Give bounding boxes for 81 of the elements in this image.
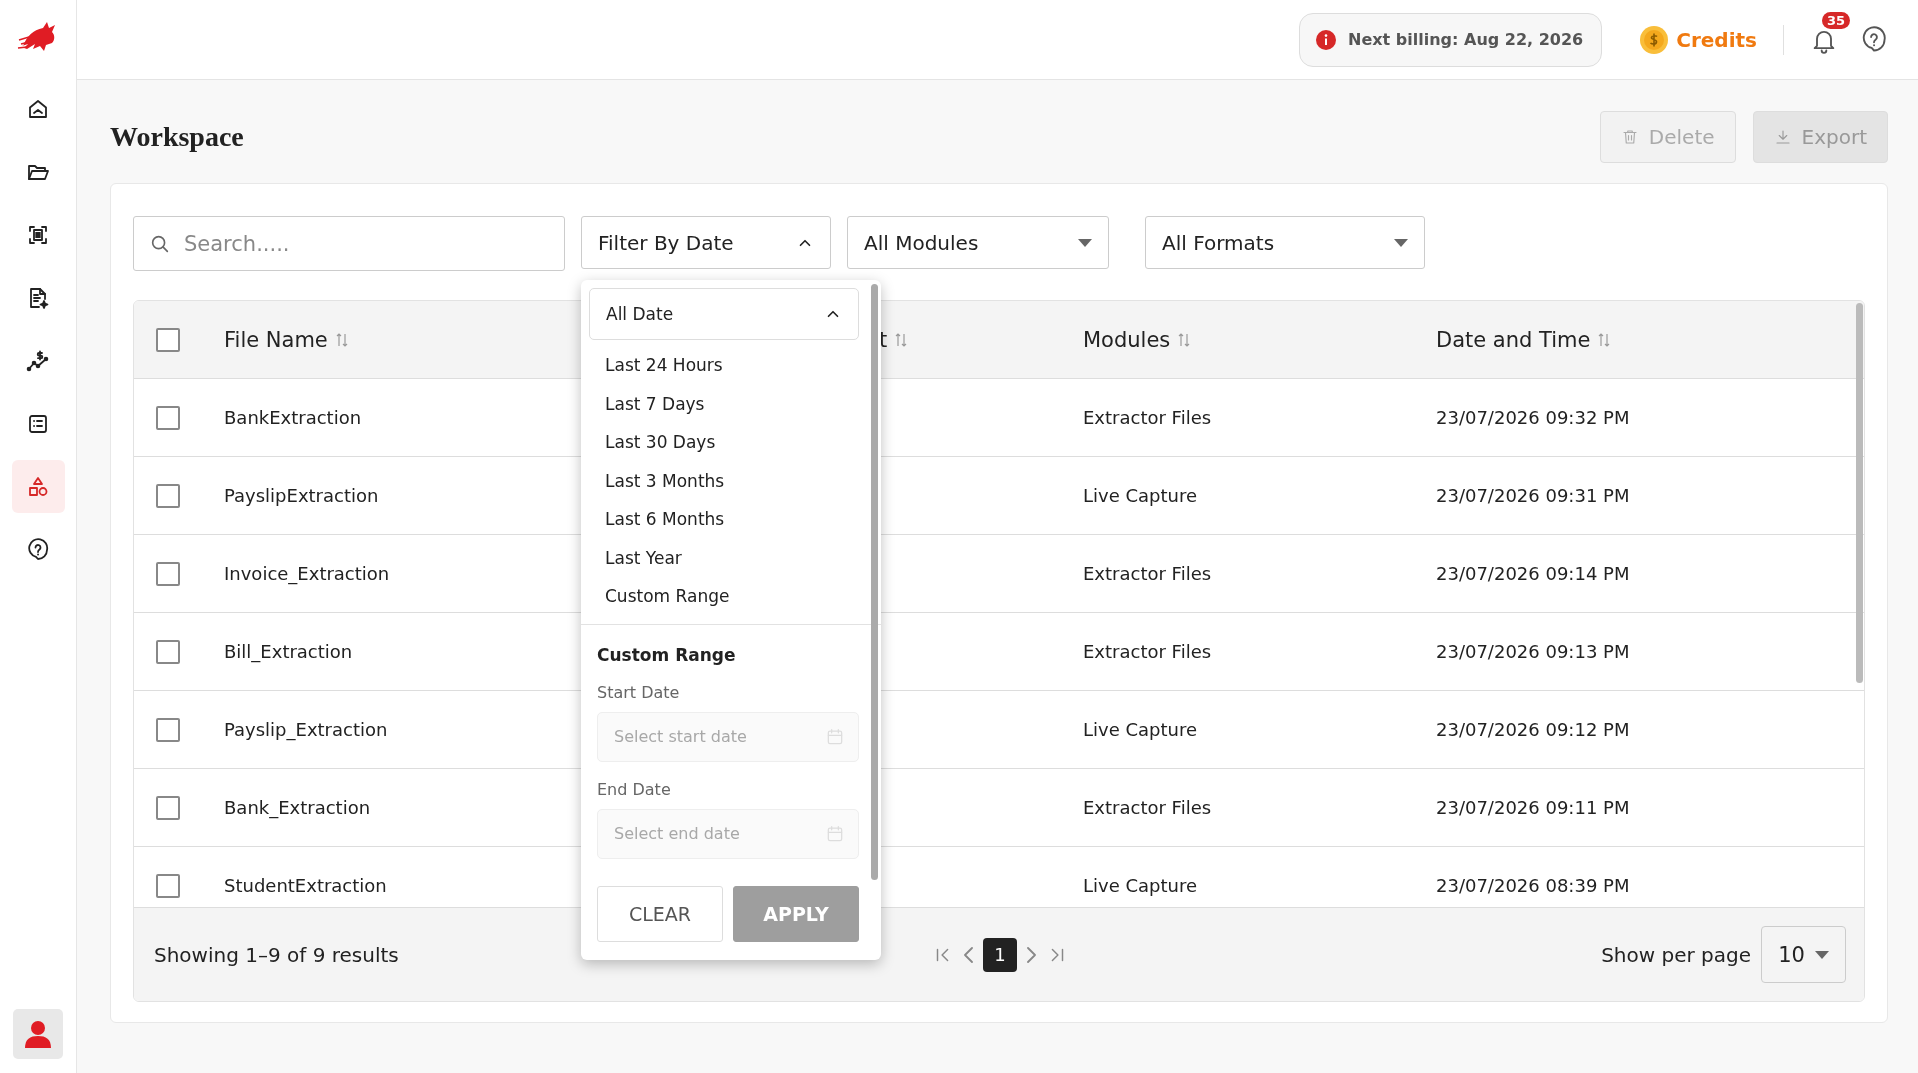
person-icon [25,1020,51,1048]
per-page-select[interactable]: 10 [1761,926,1846,983]
checkbox[interactable] [156,717,180,742]
menu-option[interactable]: Last 6 Months [605,500,859,539]
table-cell: 23/07/2026 09:14 PM [1436,563,1630,584]
field-label: End Date [597,779,672,799]
table-cell: Live Capture [1083,485,1198,506]
table-cell: Bank_Extraction [224,797,371,818]
per-page-label: Show per page [1601,942,1751,967]
checkbox[interactable] [156,327,180,352]
table-cell: PayslipExtraction [224,485,379,506]
checkbox[interactable] [156,483,180,508]
page-title: Workspace [110,121,245,153]
checkbox[interactable] [156,561,180,586]
table-cell: Live Capture [1083,719,1198,740]
search-field[interactable]: Search..... [133,216,565,271]
start-date-field[interactable]: Select start date [597,711,859,762]
table-cell: StudentExtraction [224,875,387,896]
menu-option[interactable]: Last Year [605,538,859,577]
shapes-icon [26,474,50,499]
column-header[interactable]: t [879,327,888,352]
table-cell: Extractor Files [1083,797,1212,818]
column-header[interactable]: File Name [224,327,328,352]
end-date-field[interactable]: Select end date [597,808,859,859]
billing-chip[interactable]: Next billing: Aug 22, 2026 [1299,12,1603,67]
table-cell: Extractor Files [1083,563,1212,584]
menu-option[interactable]: Last 30 Days [605,423,859,462]
caret-icon [1394,238,1408,247]
scrollbar[interactable] [871,284,878,880]
sort-icon[interactable] [1598,332,1611,347]
date-filter-dropdown[interactable]: Filter By Date [581,216,831,269]
table-cell: Payslip_Extraction [224,719,388,740]
info-icon [1316,29,1336,50]
checkbox[interactable] [156,795,180,820]
formats-dropdown[interactable]: All Formats [1145,216,1425,269]
table-cell: Invoice_Extraction [224,563,390,584]
field-label: Start Date [597,682,681,702]
table-cell: Extractor Files [1083,641,1212,662]
search-icon [149,233,171,255]
clear-button[interactable]: CLEAR [597,885,723,942]
table-cell: 23/07/2026 09:13 PM [1436,641,1630,662]
column-header[interactable]: Modules [1083,327,1171,352]
help-icon [1860,25,1888,54]
sort-icon[interactable] [335,332,348,347]
checkbox[interactable] [156,873,180,898]
table-cell: 23/07/2026 08:39 PM [1436,875,1630,896]
table-cell: 23/07/2026 09:11 PM [1436,797,1630,818]
table-cell: Extractor Files [1083,407,1212,428]
sort-icon[interactable] [1178,332,1191,347]
table-cell: 23/07/2026 09:12 PM [1436,719,1630,740]
menu-option[interactable]: Last 3 Months [605,461,859,500]
next-page-icon[interactable] [1027,946,1036,963]
modules-dropdown[interactable]: All Modules [847,216,1109,269]
notification-badge: 35 [1822,11,1851,29]
date-range-select[interactable]: All Date [589,288,859,340]
help-icon [26,537,50,562]
table-cell: BankExtraction [224,407,362,428]
calendar-icon [825,823,845,844]
sort-icon[interactable] [895,332,908,347]
table-cell: 23/07/2026 09:31 PM [1436,485,1630,506]
column-header[interactable]: Date and Time [1436,327,1591,352]
results-summary: Showing 1–9 of 9 results [154,942,400,967]
table-cell: Live Capture [1083,875,1198,896]
menu-option[interactable]: Custom Range [605,577,859,616]
coin-icon [1640,25,1669,54]
user-avatar[interactable] [13,1009,63,1059]
page-button[interactable]: 1 [983,937,1017,972]
checkbox[interactable] [156,639,180,664]
scrollbar-thumb[interactable] [1856,303,1863,683]
previous-page-icon[interactable] [964,946,973,963]
menu-option[interactable]: Last 7 Days [605,384,859,423]
chart-dollar-icon [26,348,50,373]
checkbox[interactable] [156,405,180,430]
section-title: Custom Range [597,644,737,665]
table-cell: 23/07/2026 09:32 PM [1436,407,1630,428]
menu-option[interactable]: Last 24 Hours [605,346,859,385]
table-cell: Bill_Extraction [224,641,353,662]
trash-icon [1620,128,1639,146]
calendar-icon [825,726,845,747]
caret-icon [1078,238,1092,247]
caret-icon [1814,950,1829,959]
